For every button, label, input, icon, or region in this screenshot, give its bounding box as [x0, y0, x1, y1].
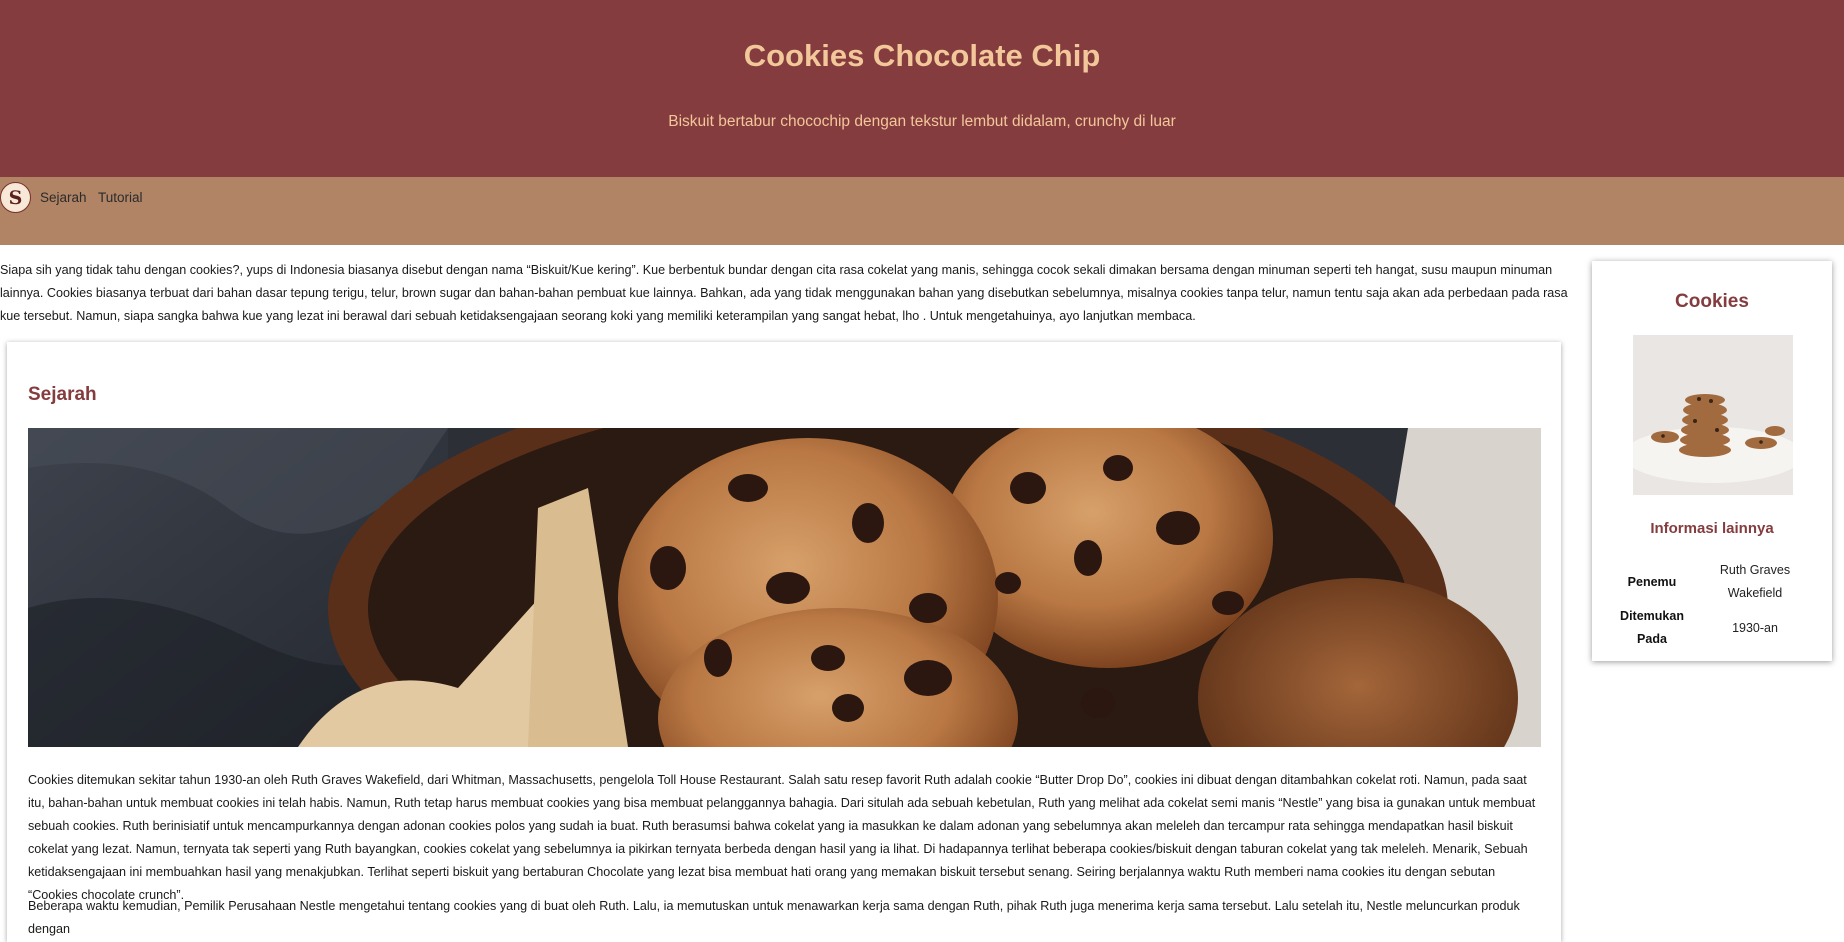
- history-article: Sejarah Cookies ditemukan sekitar tahun …: [7, 342, 1561, 942]
- intro-paragraph: Siapa sih yang tidak tahu dengan cookies…: [0, 263, 1568, 323]
- page-header: Cookies Chocolate Chip Biskuit bertabur …: [0, 0, 1844, 177]
- info-table: Penemu Ruth Graves Wakefield Ditemukan P…: [1609, 559, 1815, 651]
- info-value-penemu: Ruth Graves Wakefield: [1719, 563, 1791, 600]
- nav-link-tutorial[interactable]: Tutorial: [98, 190, 143, 205]
- logo-letter: S: [9, 187, 23, 209]
- info-row: Penemu Ruth Graves Wakefield: [1609, 559, 1815, 605]
- info-card-subtitle: Informasi lainnya: [1650, 520, 1774, 537]
- nav-link-sejarah[interactable]: Sejarah: [40, 190, 87, 205]
- section-heading: Sejarah: [28, 384, 97, 405]
- history-paragraph-2: Beberapa waktu kemudian, Pemilik Perusah…: [28, 899, 1520, 936]
- cookies-hero-image: [28, 428, 1541, 747]
- nav-bar: S Sejarah Tutorial: [0, 177, 1844, 245]
- info-key-penemu: Penemu: [1627, 574, 1677, 589]
- page-title: Cookies Chocolate Chip: [743, 38, 1101, 73]
- info-value-ditemukan: 1930-an: [1732, 620, 1778, 635]
- thumbnail-illustration: [1633, 335, 1793, 495]
- history-paragraph-1: Cookies ditemukan sekitar tahun 1930-an …: [28, 773, 1536, 902]
- info-key-ditemukan: Ditemukan Pada: [1620, 609, 1684, 646]
- info-row: Ditemukan Pada 1930-an: [1609, 605, 1815, 651]
- page-subtitle: Biskuit bertabur chocochip dengan tekstu…: [668, 113, 1176, 130]
- info-card-title: Cookies: [1675, 291, 1749, 312]
- cookies-thumbnail: [1633, 335, 1793, 495]
- hero-illustration: [28, 428, 1541, 747]
- logo-mark: S: [3, 185, 28, 210]
- info-card: Cookies Informasi lainnya Penemu Ruth Gr…: [1592, 261, 1832, 661]
- logo-icon[interactable]: S: [0, 182, 31, 213]
